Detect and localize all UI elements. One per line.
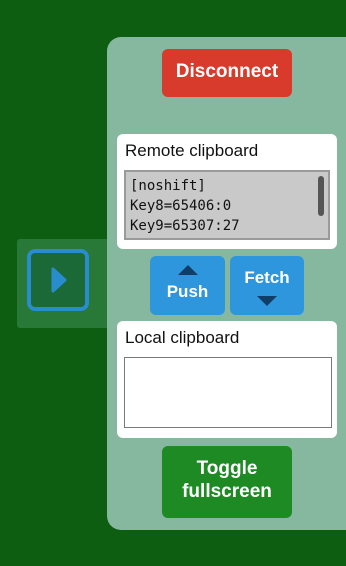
fetch-button[interactable]: Fetch	[230, 256, 304, 315]
control-bar-handle[interactable]	[17, 239, 107, 328]
remote-clipboard-section: Remote clipboard [noshift] Key8=65406:0 …	[117, 134, 337, 249]
remote-clipboard-line: Key8=65406:0	[130, 198, 232, 214]
play-icon	[43, 261, 73, 299]
push-button[interactable]: Push	[150, 256, 225, 315]
toggle-fullscreen-button[interactable]: Toggle fullscreen	[162, 446, 292, 518]
up-arrow-icon	[177, 265, 198, 275]
control-panel: Disconnect Remote clipboard [noshift] Ke…	[107, 37, 346, 530]
down-arrow-icon	[257, 296, 277, 306]
toggle-fullscreen-label: fullscreen	[182, 481, 272, 502]
fetch-label: Fetch	[244, 268, 290, 287]
local-clipboard-input[interactable]	[124, 357, 332, 428]
push-label: Push	[166, 282, 209, 301]
remote-clipboard-title: Remote clipboard	[125, 141, 259, 160]
remote-clipboard-scrollbar[interactable]	[318, 176, 324, 216]
remote-clipboard-text[interactable]: [noshift] Key8=65406:0 Key9=65307:27	[124, 170, 330, 240]
disconnect-button[interactable]: Disconnect	[162, 49, 292, 97]
local-clipboard-section: Local clipboard	[117, 321, 337, 438]
toggle-fullscreen-label: Toggle	[196, 458, 258, 479]
remote-clipboard-line: Key9=65307:27	[130, 218, 240, 234]
remote-clipboard-line: [noshift]	[130, 178, 206, 194]
handle-button[interactable]	[27, 249, 89, 311]
local-clipboard-title: Local clipboard	[125, 328, 240, 347]
